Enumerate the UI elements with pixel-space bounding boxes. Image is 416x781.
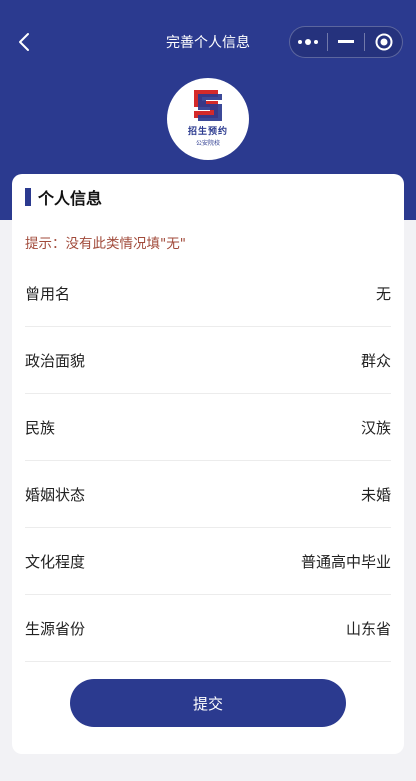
target-close-icon [375,33,393,51]
row-value: 群众 [360,351,391,370]
row-value: 普通高中毕业 [300,552,391,571]
logo-subtitle: 公安院校 [195,140,220,147]
miniprogram-capsule [289,26,403,58]
info-list: 曾用名 无 政治面貌 群众 民族 汉族 婚姻状态 未婚 文化程度 普通高中毕业 … [25,260,391,662]
section-header: 个人信息 [25,186,102,208]
row-label: 政治面貌 [25,351,86,370]
personal-info-card: 个人信息 提示：没有此类情况填"无" 曾用名 无 政治面貌 群众 民族 汉族 婚… [12,174,404,754]
row-source-province[interactable]: 生源省份 山东省 [25,595,391,662]
row-label: 生源省份 [25,619,86,638]
section-accent-bar [25,188,31,206]
row-label: 民族 [25,418,56,437]
submit-button[interactable]: 提交 [70,679,346,727]
row-ethnicity[interactable]: 民族 汉族 [25,394,391,461]
navigation-bar: 完善个人信息 [0,22,416,62]
minimize-button[interactable] [328,27,365,57]
more-dots-icon [298,39,319,45]
row-value: 未婚 [360,485,391,504]
close-miniprogram-button[interactable] [365,27,402,57]
row-education[interactable]: 文化程度 普通高中毕业 [25,528,391,595]
row-former-name[interactable]: 曾用名 无 [25,260,391,327]
row-value: 山东省 [345,619,391,638]
logo: 招生预约 公安院校 [167,78,249,160]
logo-title: 招生预约 [187,127,228,137]
row-marital-status[interactable]: 婚姻状态 未婚 [25,461,391,528]
row-value: 无 [375,284,391,303]
row-value: 汉族 [360,418,391,437]
row-label: 文化程度 [25,552,86,571]
more-button[interactable] [290,27,327,57]
hint-text: 提示：没有此类情况填"无" [25,236,186,252]
logo-emblem-icon [194,90,222,121]
row-label: 曾用名 [25,284,71,303]
minus-icon [338,40,354,43]
row-label: 婚姻状态 [25,485,86,504]
section-title: 个人信息 [38,189,103,208]
row-political-status[interactable]: 政治面貌 群众 [25,327,391,394]
